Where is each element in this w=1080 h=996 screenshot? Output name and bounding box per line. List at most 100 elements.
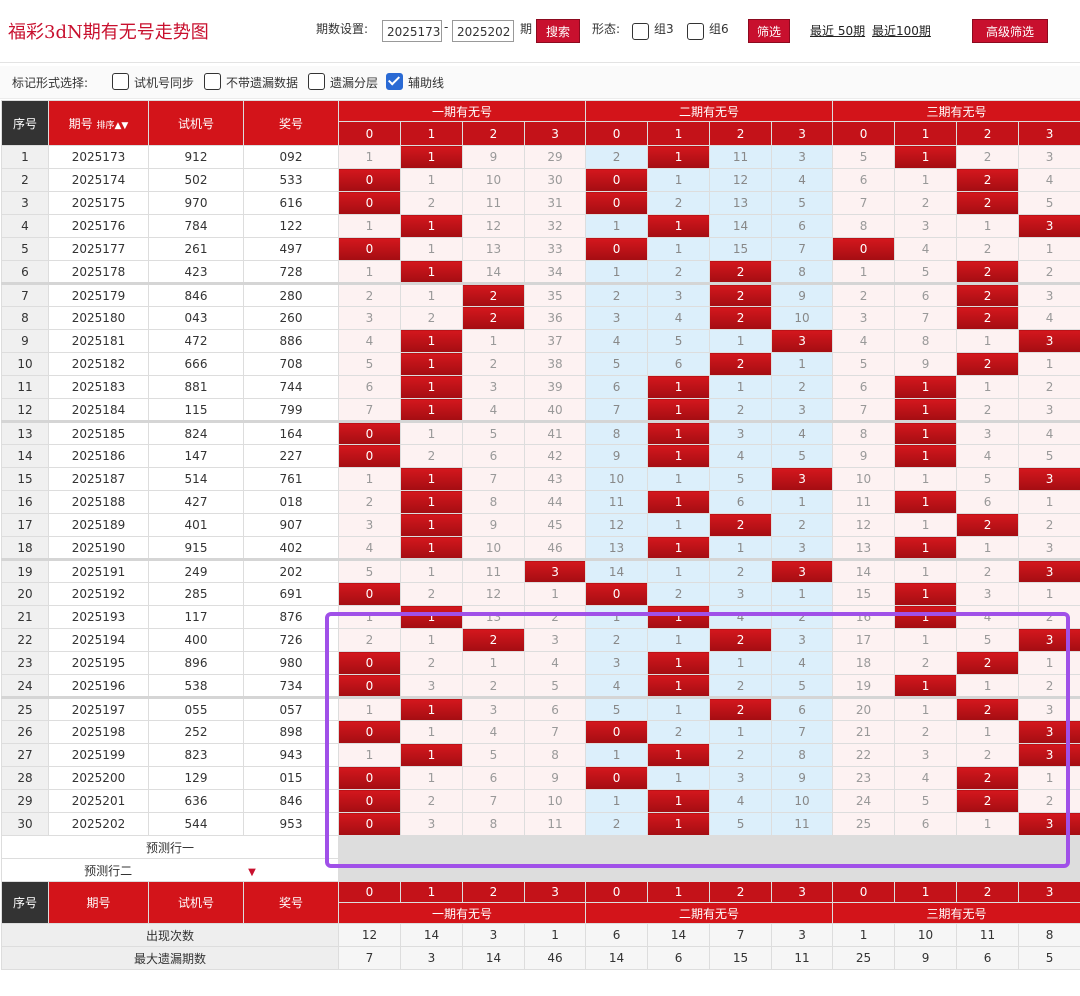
- miss-cell: 7: [771, 720, 834, 744]
- predict-cell[interactable]: [647, 835, 711, 859]
- table-row: 10 2025182 666 708 5 1 2 38 5 6 2 1 5 9 2 1: [1, 352, 1080, 376]
- row-seq: 13: [1, 420, 49, 445]
- miss-cell: 8: [585, 420, 649, 445]
- row-issue: 2025186: [48, 444, 149, 468]
- top-toolbar: 福彩3dN期有无号走势图 期数设置: 2025173 - 2025202 期 搜…: [0, 0, 1080, 63]
- miss-cell: 1: [400, 420, 463, 445]
- stats-label: 最大遗漏期数: [1, 946, 339, 970]
- option-checkbox-trial-sync[interactable]: [112, 73, 129, 90]
- miss-cell: 3: [585, 651, 649, 675]
- footer-col-issue: 期号: [48, 881, 149, 924]
- predict-cell[interactable]: [956, 835, 1020, 859]
- row-prize: 092: [243, 145, 339, 169]
- miss-cell: 14: [462, 260, 525, 284]
- predict-cell[interactable]: [832, 858, 896, 882]
- digit-header: 2: [709, 121, 773, 146]
- miss-cell: 1: [832, 260, 896, 284]
- miss-cell: 10: [585, 467, 649, 491]
- miss-cell: 1: [771, 490, 834, 514]
- miss-cell: 11: [462, 558, 525, 583]
- miss-cell: 4: [709, 444, 773, 468]
- predict-cell[interactable]: [523, 858, 587, 882]
- predict-cell[interactable]: [1018, 835, 1080, 859]
- predict-cell[interactable]: [338, 835, 401, 859]
- row-prize: 876: [243, 605, 339, 629]
- predict-cell[interactable]: [771, 858, 834, 882]
- table-row: 28 2025200 129 015 0 1 6 9 0 1 3 9 23 4 2 1: [1, 766, 1080, 790]
- miss-cell: 3: [1018, 696, 1080, 721]
- group3-checkbox[interactable]: [632, 23, 649, 40]
- footer-digit-header: 0: [338, 881, 401, 903]
- row-seq: 26: [1, 720, 49, 744]
- row-prize: 018: [243, 490, 339, 514]
- hit-cell: 1: [400, 513, 463, 537]
- miss-cell: 1: [400, 282, 463, 307]
- miss-cell: 14: [832, 558, 896, 583]
- sort-icon[interactable]: 排序▲▼: [96, 121, 128, 131]
- miss-cell: 3: [894, 214, 958, 238]
- row-issue: 2025200: [48, 766, 149, 790]
- predict-cell[interactable]: [647, 858, 711, 882]
- miss-cell: 1: [400, 720, 463, 744]
- predict-cell[interactable]: [894, 858, 958, 882]
- table-row: 20 2025192 285 691 0 2 12 1 0 2 3 1 15 1 3 1: [1, 582, 1080, 606]
- stats-value: 1: [523, 923, 587, 947]
- hit-cell: 1: [400, 743, 463, 767]
- miss-cell: 37: [523, 329, 587, 353]
- miss-cell: 7: [771, 237, 834, 261]
- advanced-filter-button[interactable]: 高级筛选: [972, 19, 1048, 43]
- predict-cell[interactable]: [1018, 858, 1080, 882]
- arrow-down-icon[interactable]: ▼: [248, 867, 256, 878]
- predict-cell[interactable]: [400, 858, 463, 882]
- predict-cell[interactable]: [585, 835, 649, 859]
- predict-cell[interactable]: [956, 858, 1020, 882]
- table-row: 9 2025181 472 886 4 1 1 37 4 5 1 3 4 8 1 3: [1, 329, 1080, 353]
- row-issue: 2025184: [48, 398, 149, 422]
- recent100-link[interactable]: 最近100期: [872, 22, 931, 39]
- digit-header: 3: [523, 121, 587, 146]
- predict-cell[interactable]: [462, 858, 525, 882]
- predict-cell[interactable]: [832, 835, 896, 859]
- miss-cell: 6: [462, 444, 525, 468]
- option-checkbox-no-missing[interactable]: [204, 73, 221, 90]
- miss-cell: 39: [523, 375, 587, 399]
- period-to-input[interactable]: 2025202: [452, 20, 514, 42]
- hit-cell: 2: [709, 696, 773, 721]
- predict-cell[interactable]: [585, 858, 649, 882]
- filter-button[interactable]: 筛选: [748, 19, 790, 43]
- miss-cell: 4: [894, 766, 958, 790]
- miss-cell: 31: [523, 191, 587, 215]
- predict-cell[interactable]: [400, 835, 463, 859]
- hit-cell: 3: [771, 558, 834, 583]
- predict-cell[interactable]: [709, 858, 773, 882]
- miss-cell: 11: [523, 812, 587, 836]
- miss-cell: 2: [771, 513, 834, 537]
- predict-cell[interactable]: [462, 835, 525, 859]
- row-trial: 115: [148, 398, 244, 422]
- search-button[interactable]: 搜索: [536, 19, 580, 43]
- miss-cell: 1: [647, 237, 711, 261]
- predict-cell[interactable]: [771, 835, 834, 859]
- predict-cell[interactable]: [523, 835, 587, 859]
- group6-checkbox[interactable]: [687, 23, 704, 40]
- period-from-input[interactable]: 2025173: [382, 20, 442, 42]
- predict-cell[interactable]: [709, 835, 773, 859]
- period-label: 期数设置:: [316, 22, 369, 36]
- miss-cell: 5: [956, 467, 1020, 491]
- predict-cell[interactable]: [338, 858, 401, 882]
- miss-cell: 1: [709, 651, 773, 675]
- option-checkbox-missing-layer[interactable]: [308, 73, 325, 90]
- row-trial: 846: [148, 282, 244, 307]
- miss-cell: 18: [832, 651, 896, 675]
- miss-cell: 9: [462, 513, 525, 537]
- stats-label: 出现次数: [1, 923, 339, 947]
- col-issue[interactable]: 期号 排序▲▼: [48, 100, 149, 146]
- row-trial: 824: [148, 420, 244, 445]
- option-checkbox-guide-line[interactable]: [386, 73, 403, 90]
- predict-cell[interactable]: [894, 835, 958, 859]
- row-prize: 953: [243, 812, 339, 836]
- recent50-link[interactable]: 最近 50期: [810, 22, 865, 39]
- footer-digit-header: 1: [894, 881, 958, 903]
- miss-cell: 3: [1018, 398, 1080, 422]
- miss-cell: 2: [647, 191, 711, 215]
